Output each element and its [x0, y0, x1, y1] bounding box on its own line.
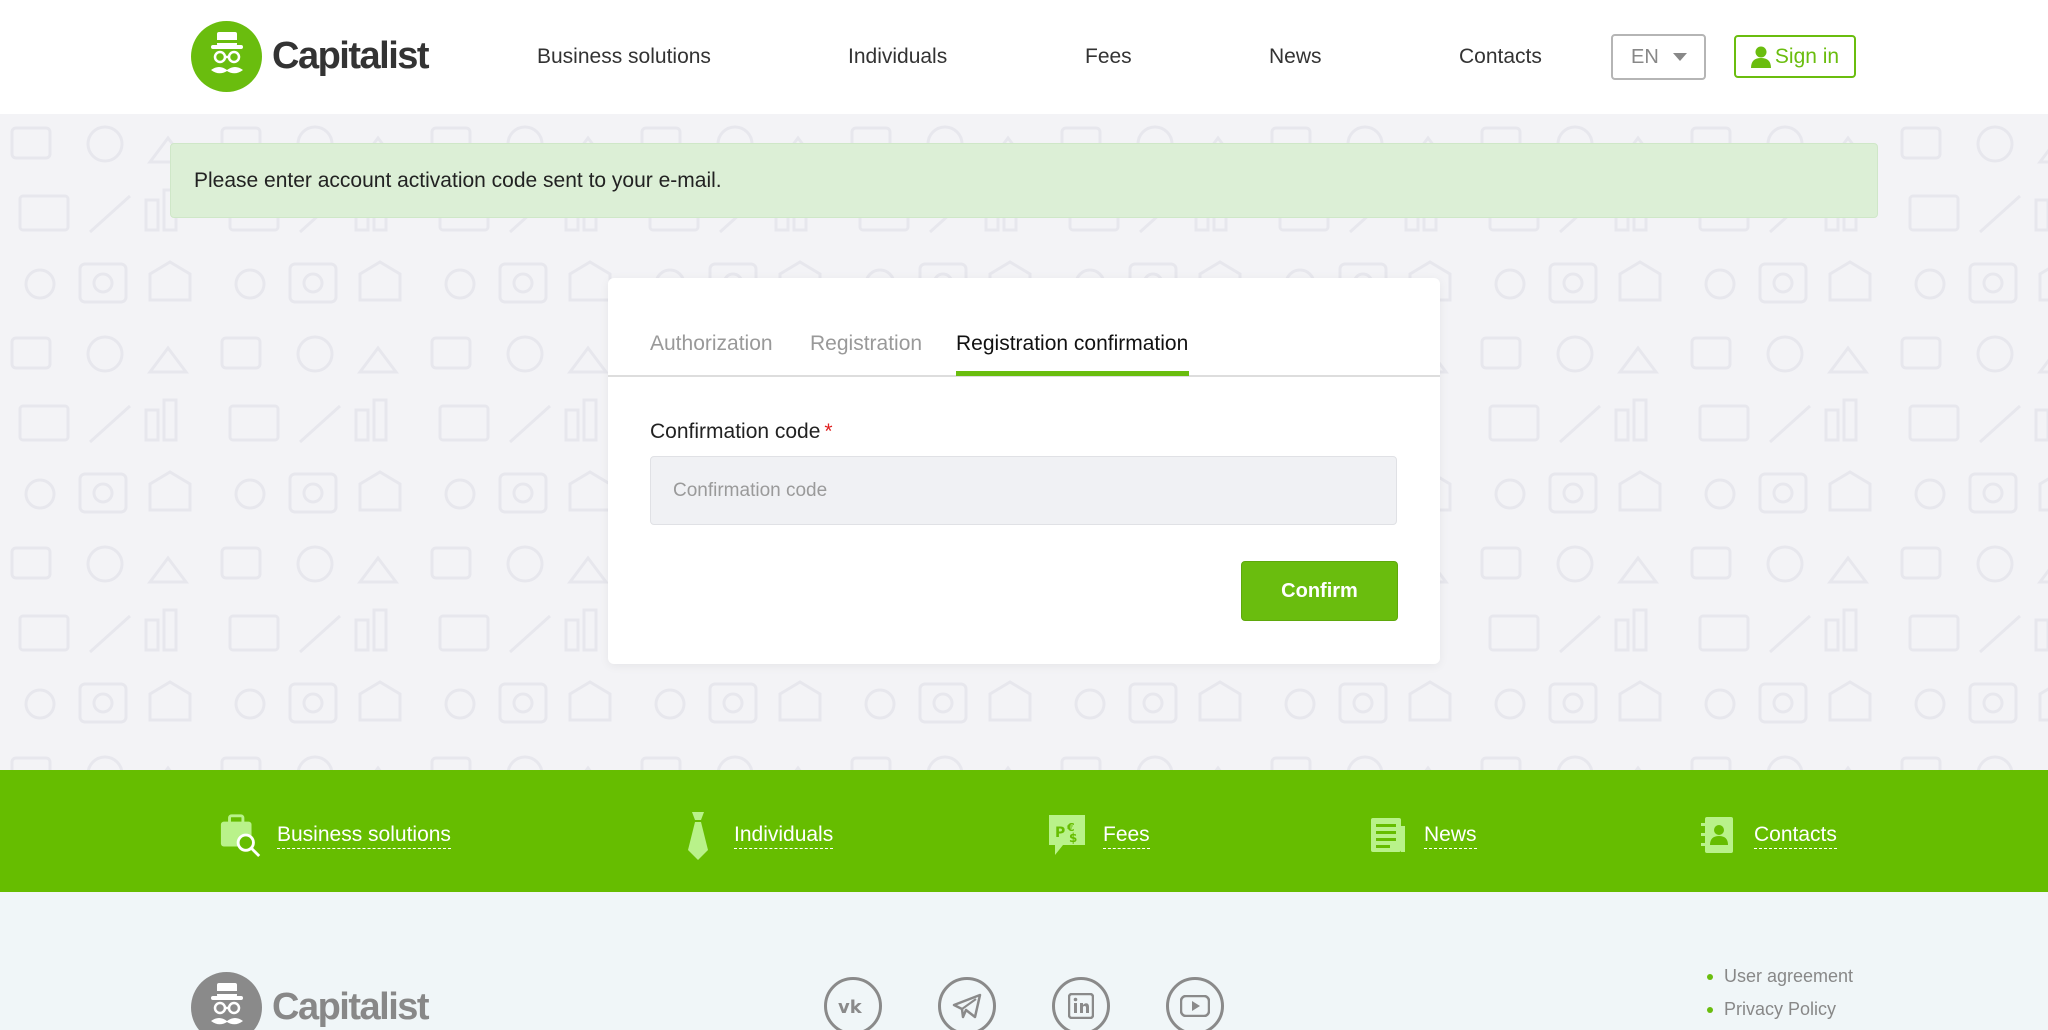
activation-alert: Please enter account activation code sen…: [170, 143, 1878, 218]
footer-logo-mascot-icon: [191, 972, 262, 1030]
briefcase-search-icon: [219, 810, 263, 860]
band-label-fees: Fees: [1103, 822, 1150, 849]
confirmation-code-input[interactable]: [650, 456, 1397, 525]
tab-authorization[interactable]: Authorization: [650, 328, 773, 360]
vk-icon[interactable]: vk: [824, 977, 882, 1030]
band-label-contacts: Contacts: [1754, 822, 1837, 849]
confirm-button[interactable]: Confirm: [1241, 561, 1398, 621]
band-item-individuals[interactable]: Individuals: [676, 810, 834, 860]
currency-bubble-icon: P € $: [1045, 810, 1089, 860]
telegram-icon[interactable]: [938, 977, 996, 1030]
bullet-icon: [1707, 1006, 1713, 1013]
tab-registration-confirmation[interactable]: Registration confirmation: [956, 328, 1188, 360]
confirmation-code-label: Confirmation code *: [650, 420, 833, 444]
footer-links: User agreement Privacy Policy: [1707, 960, 1853, 1026]
features-band: Business solutions Individuals P € $ Fee…: [0, 770, 2048, 892]
band-label-individuals: Individuals: [734, 822, 834, 849]
user-icon: [1750, 46, 1771, 68]
footer-link-user-agreement[interactable]: User agreement: [1707, 960, 1853, 993]
nav-business-solutions[interactable]: Business solutions: [537, 40, 711, 74]
site-footer: Capitalist vk User agreement Privacy Pol…: [0, 892, 2048, 1030]
footer-logo[interactable]: Capitalist: [191, 972, 430, 1030]
alert-message: Please enter account activation code sen…: [194, 168, 722, 192]
footer-link-label: Privacy Policy: [1724, 999, 1837, 1019]
band-item-contacts[interactable]: Contacts: [1696, 810, 1837, 860]
auth-card: Authorization Registration Registration …: [608, 278, 1440, 664]
sign-in-label: Sign in: [1774, 44, 1840, 68]
active-tab-indicator: [956, 371, 1189, 376]
linkedin-icon[interactable]: [1052, 977, 1110, 1030]
main-content: Please enter account activation code sen…: [0, 114, 2048, 770]
band-item-business-solutions[interactable]: Business solutions: [219, 810, 451, 860]
footer-logo-text: Capitalist: [272, 986, 430, 1028]
required-mark: *: [824, 420, 833, 443]
nav-contacts[interactable]: Contacts: [1459, 40, 1542, 74]
newspaper-icon: [1366, 810, 1410, 860]
language-select[interactable]: EN: [1611, 34, 1706, 80]
svg-text:$: $: [1069, 831, 1077, 845]
band-item-fees[interactable]: P € $ Fees: [1045, 810, 1150, 860]
sign-in-button[interactable]: Sign in: [1734, 35, 1856, 78]
tie-icon: [676, 810, 720, 860]
site-header: Capitalist Business solutions Individual…: [0, 0, 2048, 114]
nav-individuals[interactable]: Individuals: [848, 40, 947, 74]
svg-text:vk: vk: [838, 997, 863, 1016]
svg-text:P: P: [1055, 825, 1065, 841]
auth-tabs: Authorization Registration Registration …: [608, 278, 1440, 377]
tab-registration[interactable]: Registration: [810, 328, 922, 360]
nav-news[interactable]: News: [1269, 40, 1322, 74]
band-label-news: News: [1424, 822, 1477, 849]
confirmation-code-label-text: Confirmation code: [650, 420, 821, 443]
footer-link-privacy-policy[interactable]: Privacy Policy: [1707, 993, 1853, 1026]
address-book-icon: [1696, 810, 1740, 860]
bullet-icon: [1707, 973, 1713, 980]
band-label-business-solutions: Business solutions: [277, 822, 451, 849]
band-item-news[interactable]: News: [1366, 810, 1477, 860]
chevron-down-icon: [1672, 53, 1687, 61]
language-value: EN: [1631, 45, 1659, 68]
nav-fees[interactable]: Fees: [1085, 40, 1132, 74]
youtube-icon[interactable]: [1166, 977, 1224, 1030]
footer-link-label: User agreement: [1724, 966, 1854, 986]
